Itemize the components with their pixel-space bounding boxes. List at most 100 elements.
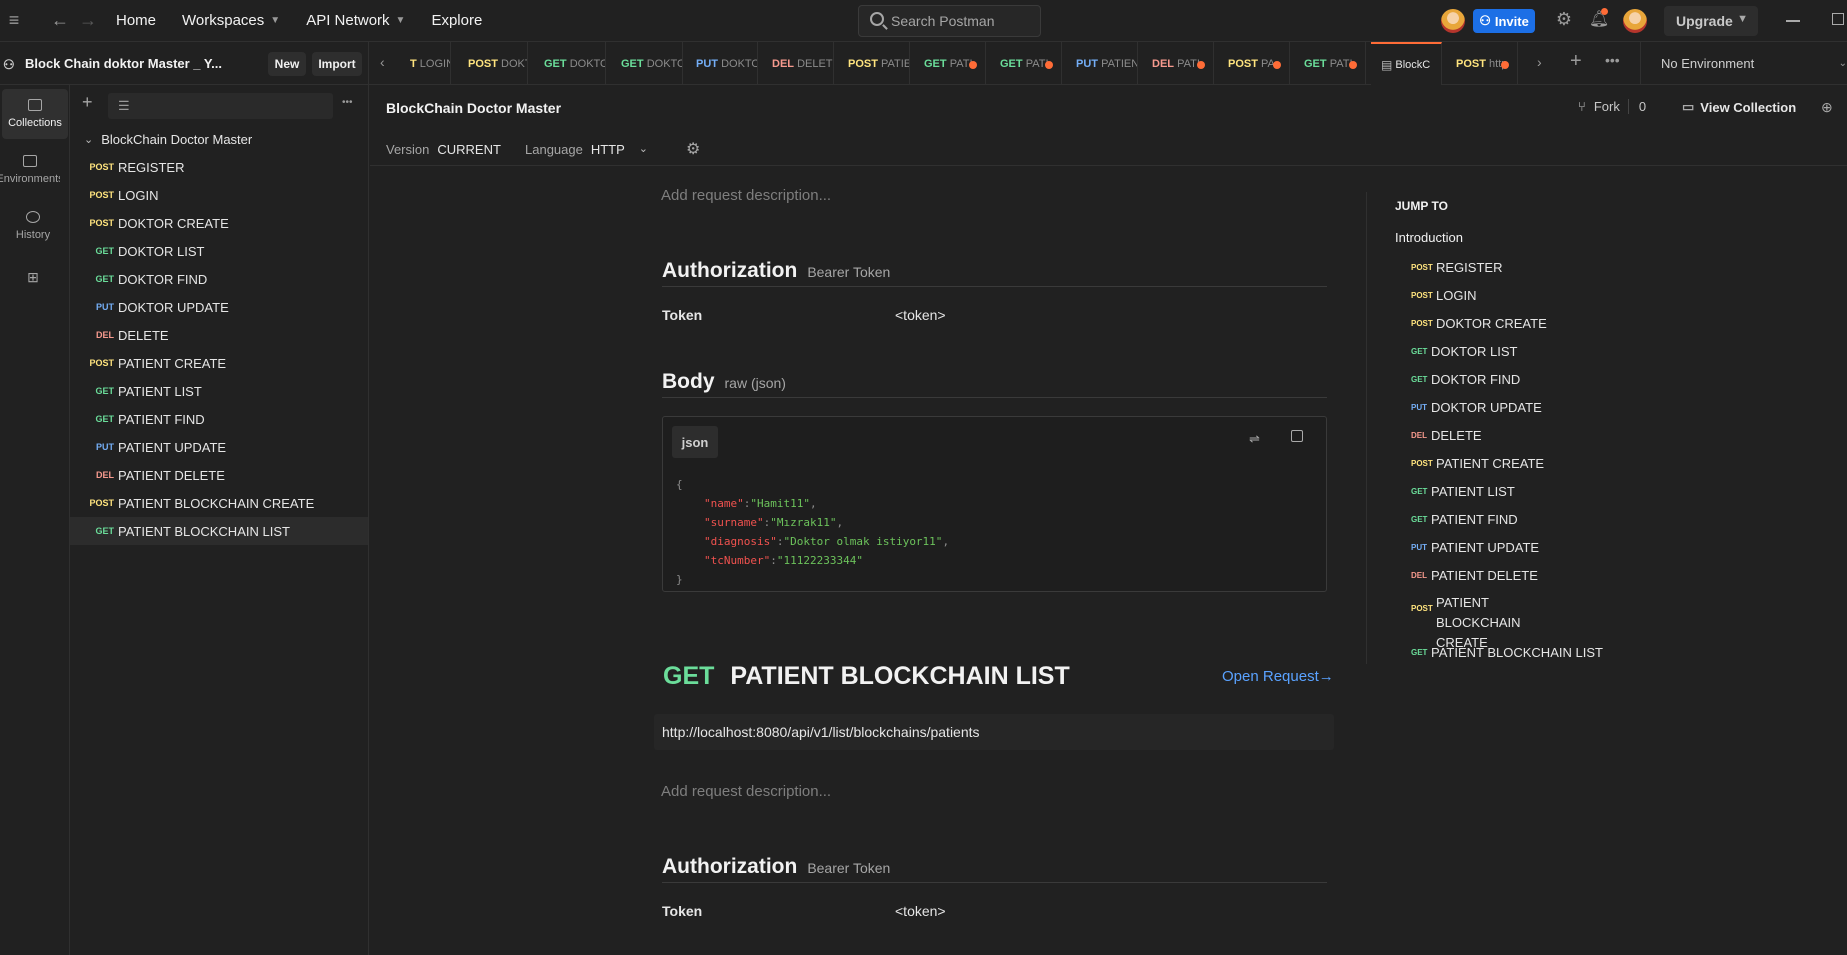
list-item-selected[interactable]: GET PATIENT BLOCKCHAIN LIST <box>70 517 368 545</box>
invite-button[interactable]: ⚇ Invite <box>1473 9 1535 33</box>
rail-collections[interactable]: Collections <box>2 89 68 139</box>
version-selector[interactable]: Version CURRENT <box>386 142 501 157</box>
more-tabs-icon[interactable]: ••• <box>1605 52 1620 68</box>
list-item[interactable]: DEL DELETE <box>70 321 368 349</box>
list-item[interactable]: GET PATIENT FIND <box>70 405 368 433</box>
tab-item[interactable]: GET DOKTOR <box>534 42 606 85</box>
tabs-scroll-left-icon[interactable]: ‹ <box>380 54 385 70</box>
menu-icon[interactable]: ≡ <box>0 10 28 31</box>
list-item[interactable]: POST PATIENT BLOCKCHAIN CREATE <box>70 489 368 517</box>
nav-home[interactable]: Home <box>116 12 156 29</box>
jump-to-introduction[interactable]: Introduction <box>1395 230 1463 245</box>
nav-explore[interactable]: Explore <box>431 12 482 29</box>
add-tab-icon[interactable]: + <box>1570 50 1582 73</box>
copy-icon[interactable] <box>1291 430 1303 442</box>
tab-item[interactable]: PUT PATIENT <box>1066 42 1138 85</box>
tab-method: DEL <box>772 57 794 70</box>
filter-input[interactable]: ☰ <box>108 93 333 119</box>
list-item[interactable]: GET PATIENT LIST <box>70 377 368 405</box>
view-collection-button[interactable]: ▭ View Collection <box>1682 99 1796 115</box>
tab-item[interactable]: POST PA <box>1218 42 1290 85</box>
tab-item[interactable]: PUT DOKTOR <box>686 42 758 85</box>
add-collection-icon[interactable]: + <box>82 92 93 113</box>
method-badge: GET <box>1411 487 1428 496</box>
user-avatar[interactable] <box>1623 9 1647 33</box>
environment-selector[interactable]: No Environment ⌄ <box>1640 42 1847 85</box>
tab-item-active[interactable]: ▤ BlockC <box>1371 42 1442 85</box>
tab-item[interactable]: GET PATI <box>914 42 986 85</box>
toc-item[interactable]: POST DOKTOR CREATE <box>1411 316 1547 331</box>
list-item[interactable]: POST PATIENT CREATE <box>70 349 368 377</box>
tab-method: GET <box>621 57 644 70</box>
forward-arrow-icon[interactable]: → <box>74 10 102 31</box>
notification-bell-icon[interactable]: 🔔︎ <box>1588 8 1610 31</box>
authorization-section: Authorization Bearer Token <box>662 259 890 283</box>
toc-item[interactable]: DEL DELETE <box>1411 428 1482 443</box>
settings-gear-icon[interactable]: ⚙ <box>1553 9 1575 31</box>
toc-item[interactable]: POST REGISTER <box>1411 260 1502 275</box>
code-language-tab[interactable]: json <box>672 426 718 458</box>
new-button[interactable]: New <box>268 52 306 76</box>
list-item[interactable]: GET DOKTOR LIST <box>70 237 368 265</box>
upgrade-button[interactable]: Upgrade ▼ <box>1664 6 1758 36</box>
add-description[interactable]: Add request description... <box>661 187 831 204</box>
list-item[interactable]: DEL PATIENT DELETE <box>70 461 368 489</box>
maximize-icon[interactable] <box>1832 13 1844 25</box>
toc-item[interactable]: POST PATIENT CREATE <box>1411 456 1544 471</box>
toc-item[interactable]: GET PATIENT BLOCKCHAIN LIST <box>1411 645 1603 660</box>
workspace-title[interactable]: Block Chain doktor Master _ Y... <box>25 56 222 71</box>
toc-item[interactable]: PUT PATIENT UPDATE <box>1411 540 1539 555</box>
language-label: Language <box>525 142 583 157</box>
toc-item[interactable]: GET PATIENT FIND <box>1411 512 1518 527</box>
toc-item[interactable]: POST LOGIN <box>1411 288 1476 303</box>
toc-item[interactable]: DEL PATIENT DELETE <box>1411 568 1538 583</box>
more-options-icon[interactable]: ••• <box>342 97 353 108</box>
rail-environments[interactable]: Environments <box>0 145 60 195</box>
list-item[interactable]: POST DOKTOR CREATE <box>70 209 368 237</box>
settings-gear-icon[interactable]: ⚙ <box>686 139 700 159</box>
language-selector[interactable]: Language HTTP ⌄ <box>525 142 648 157</box>
toc-label: PATIENT UPDATE <box>1431 540 1540 555</box>
tab-item[interactable]: POST DOKTOR <box>458 42 528 85</box>
wrap-lines-icon[interactable]: ⇌ <box>1249 431 1260 447</box>
team-avatar[interactable] <box>1441 9 1465 33</box>
request-name: PATIENT BLOCKCHAIN CREATE <box>118 495 315 511</box>
open-request-link[interactable]: Open Request→ <box>1222 668 1334 685</box>
import-button[interactable]: Import <box>312 52 362 76</box>
unsaved-dot <box>1273 61 1281 69</box>
nav-api-network[interactable]: API Network ▼ <box>306 12 405 29</box>
tab-item[interactable]: POST http <box>1446 42 1518 85</box>
toc-item[interactable]: GET PATIENT LIST <box>1411 484 1515 499</box>
list-item[interactable]: POST REGISTER <box>70 153 368 181</box>
toc-item[interactable]: GET DOKTOR FIND <box>1411 372 1520 387</box>
rail-history[interactable]: History <box>0 201 66 251</box>
minimize-icon[interactable] <box>1786 20 1800 22</box>
tab-item[interactable]: T LOGIN <box>405 42 451 85</box>
add-description[interactable]: Add request description... <box>661 783 831 800</box>
list-item[interactable]: POST LOGIN <box>70 181 368 209</box>
collection-root[interactable]: ⌄ BlockChain Doctor Master <box>70 125 368 153</box>
tab-item[interactable]: GET DOKTOR <box>611 42 683 85</box>
tab-item[interactable]: POST PATIENT <box>838 42 910 85</box>
search-input[interactable]: Search Postman <box>858 5 1041 37</box>
tab-item[interactable]: DEL PATI <box>1142 42 1214 85</box>
fork-button[interactable]: ⑂ Fork 0 <box>1578 99 1646 114</box>
list-item[interactable]: PUT DOKTOR UPDATE <box>70 293 368 321</box>
rail-configure[interactable]: ⊞ <box>0 262 66 292</box>
tabs-scroll-right-icon[interactable]: › <box>1537 54 1542 70</box>
nav-workspaces[interactable]: Workspaces ▼ <box>182 12 280 29</box>
tab-item[interactable]: GET PATI <box>1294 42 1366 85</box>
list-item[interactable]: PUT PATIENT UPDATE <box>70 433 368 461</box>
method-badge: POST <box>1411 604 1433 613</box>
list-item[interactable]: GET DOKTOR FIND <box>70 265 368 293</box>
method-badge: DEL <box>96 330 114 340</box>
method-badge: POST <box>89 162 114 172</box>
globe-icon[interactable]: ⊕ <box>1821 99 1833 116</box>
tab-item[interactable]: GET PATI <box>990 42 1062 85</box>
collection-name: BlockChain Doctor Master <box>101 131 253 147</box>
back-arrow-icon[interactable]: ← <box>46 10 74 31</box>
tab-item[interactable]: DEL DELETE <box>762 42 834 85</box>
toc-item[interactable]: PUT DOKTOR UPDATE <box>1411 400 1542 415</box>
toc-item[interactable]: GET DOKTOR LIST <box>1411 344 1517 359</box>
rail-history-label: History <box>15 229 51 241</box>
